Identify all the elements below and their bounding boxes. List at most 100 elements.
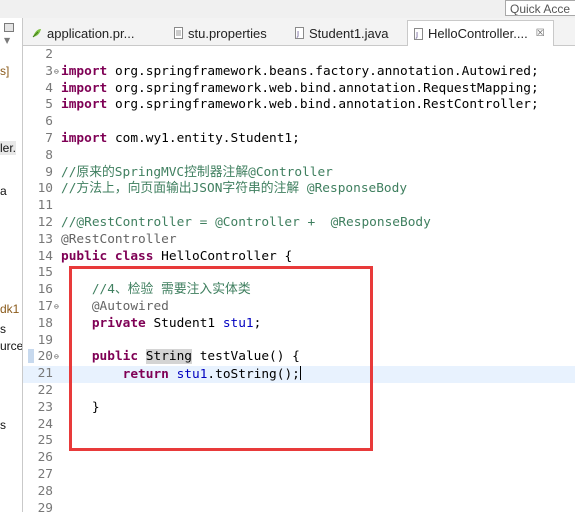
code-line[interactable]: 28 [23,484,575,501]
code-text: @RestController [61,232,177,249]
code-token: import [61,97,115,113]
properties-file-icon [31,27,43,39]
line-number: 25 [37,433,53,449]
code-token: stu1 [176,367,208,383]
code-token: return [122,367,169,383]
code-token: //4、检验 需要注入实体类 [91,282,251,298]
code-token: //原来的SpringMVC控制器注解@Controller [61,164,333,180]
minimize-icon[interactable] [4,23,14,32]
tab-application-properties[interactable]: application.pr... [27,21,165,45]
panel-toolbar: ▼ [0,20,22,50]
code-line[interactable]: 8 [23,148,575,165]
close-icon[interactable]: ☒ [536,28,545,39]
tree-item-partial[interactable]: s [0,418,6,432]
top-toolbar: Quick Acce [0,0,575,18]
line-number: 14 [37,248,53,264]
code-token: private [91,315,146,331]
tree-item-partial[interactable]: s [0,322,6,336]
code-line[interactable]: 17 ⊖ @Autowired [23,299,575,316]
code-text: } [61,400,100,417]
code-line[interactable]: 3 ⊖ import org.springframework.beans.facto… [23,64,575,81]
line-number: 23 [37,399,53,415]
package-explorer-panel: ▼ s] ler. a dk1 s urce s [0,18,23,512]
code-line[interactable]: 15 [23,265,575,282]
tree-item-partial[interactable]: urce [0,339,22,353]
code-token: import [61,131,115,146]
code-token: stu1 [222,315,254,331]
code-line[interactable]: 23 } [23,400,575,417]
code-line[interactable]: 7 import com.wy1.entity.Student1; [23,131,575,148]
line-number: 20 [37,349,53,365]
code-line[interactable]: 18 private Student1 stu1; [23,316,575,333]
fold-toggle-icon[interactable]: ⊖ [54,349,59,366]
code-line[interactable]: 10 //方法上，向页面输出JSON字符串的注解 @ResponseBody [23,181,575,198]
view-menu-icon[interactable]: ▼ [4,36,10,45]
code-line[interactable]: 11 [23,198,575,215]
code-token: ; [253,315,262,331]
code-token: @Autowired [91,299,169,314]
line-number: 9 [45,164,53,180]
code-line[interactable]: 5 import org.springframework.web.bind.ann… [23,97,575,114]
code-line[interactable]: 6 [23,114,575,131]
svg-text:J: J [296,30,299,38]
line-number: 29 [37,500,53,516]
code-editor[interactable]: 2 3 ⊖ import org.springframework.beans.fact… [23,46,575,516]
code-token: import [61,63,115,79]
svg-text:J: J [415,31,418,39]
code-line[interactable]: 26 [23,450,575,467]
line-number: 5 [45,97,53,113]
code-text: //4、检验 需要注入实体类 [61,282,251,299]
tab-stu-properties[interactable]: stu.properties [168,21,276,45]
line-number: 10 [37,181,53,197]
line-number: 18 [37,315,53,331]
code-token: HelloController { [161,248,293,264]
code-line[interactable]: 14 public class HelloController { [23,249,575,266]
code-line[interactable]: 27 [23,467,575,484]
fold-toggle-icon[interactable]: ⊖ [54,299,59,316]
code-text: import org.springframework.beans.factory… [61,64,539,81]
code-token: public class [61,248,162,264]
quick-access-field[interactable]: Quick Acce [505,0,575,16]
code-token: @RestController [61,231,177,247]
line-number: 8 [45,147,53,163]
code-line[interactable]: 29 [23,501,575,517]
tab-label: HelloController.... [428,26,528,41]
code-token: public [91,349,139,365]
code-line[interactable]: 20 ⊖ public String testValue() { [23,349,575,366]
tree-item-partial[interactable]: ler. [0,141,17,155]
text-file-icon [172,27,184,39]
code-line[interactable]: 22 [23,383,575,400]
code-token: //方法上，向页面输出JSON字符串的注解 @ResponseBody [61,181,408,197]
line-number: 16 [37,282,53,298]
code-line[interactable]: 4 import org.springframework.web.bind.ann… [23,81,575,98]
code-line[interactable]: 12 //@RestController = @Controller + @Res… [23,215,575,232]
code-text: public class HelloController { [61,249,292,266]
text-caret [299,366,301,381]
code-line[interactable]: 21 return stu1.toString(); [23,366,575,383]
line-number: 3 [45,63,53,79]
tab-label: stu.properties [188,25,267,41]
code-text: import org.springframework.web.bind.anno… [61,97,539,114]
code-line[interactable]: 19 [23,333,575,350]
tree-item-partial[interactable]: a [0,184,7,198]
tab-hellocontroller-java[interactable]: J HelloController.... ☒ [407,20,554,46]
code-line[interactable]: 24 [23,417,575,434]
line-number: 17 [37,299,53,314]
tree-item-partial[interactable]: s] [0,64,9,78]
code-line[interactable]: 13 @RestController [23,232,575,249]
code-token: com.wy1.entity.Student1; [114,131,300,146]
line-number: 28 [37,483,53,499]
code-line[interactable]: 25 [23,433,575,450]
code-line[interactable]: 2 [23,47,575,64]
tab-student1-java[interactable]: J Student1.java [289,21,403,45]
code-line[interactable]: 16 //4、检验 需要注入实体类 [23,282,575,299]
fold-toggle-icon[interactable]: ⊖ [54,64,59,81]
line-number: 19 [37,332,53,348]
code-line[interactable]: 9 //原来的SpringMVC控制器注解@Controller [23,165,575,182]
tree-item-partial[interactable]: dk1 [0,302,19,316]
line-number: 15 [37,265,53,281]
line-number: 12 [37,215,53,230]
